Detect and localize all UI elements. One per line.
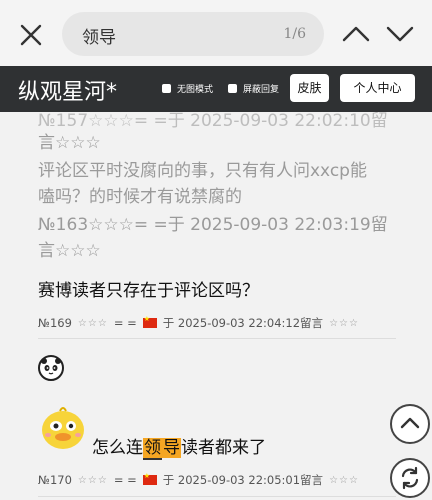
comment-list: №157☆☆☆= =于 2025-09-03 22:02:10留 言☆☆☆ 评论… [0,112,432,500]
duck-sticker-icon [38,402,88,452]
china-flag-icon [142,315,157,328]
user-center-button[interactable]: 个人中心 [340,74,415,102]
comment-text-part: 读者都来了 [181,438,266,458]
meta-separator: = = [113,316,137,330]
comment-text: 赛博读者只存在于评论区吗？ [38,281,259,301]
comment-time: 于 2025-09-03 22:05:01留言 [162,473,324,487]
chevron-down-icon[interactable] [384,18,416,50]
block-reply-label: 屏蔽回复 [243,85,280,95]
divider [38,496,396,497]
divider [38,338,396,339]
no-image-toggle[interactable]: 无图模式 [162,82,213,95]
quote-line: 评论区平时没腐向的事，只有有人问xxcp能 [38,161,367,181]
comment-number: №170 [38,473,72,487]
no-image-label: 无图模式 [177,85,214,95]
rating-stars[interactable]: ☆☆☆ [78,475,108,486]
comment-text: 怎么连领 导读者都来了 [92,433,266,460]
china-flag-icon [142,472,157,485]
quote-line: 嗑吗？的时候才有说禁腐的 [38,187,242,207]
comment-meta: №169 ☆☆☆ = = 于 2025-09-03 22:04:12留言 ☆☆☆ [38,315,359,331]
skin-button[interactable]: 皮肤 [290,74,329,102]
find-query: 领导 [82,28,116,48]
quote-line: 言☆☆☆ [38,133,101,153]
site-header: 纵观星河* 无图模式 屏蔽回复 皮肤 个人中心 [0,66,432,112]
site-title: 纵观星河* [18,80,118,105]
meta-separator: = = [113,473,137,487]
find-input[interactable]: 领导 1/6 [62,12,324,56]
block-reply-toggle[interactable]: 屏蔽回复 [228,82,279,95]
find-bar: 领导 1/6 [0,0,432,66]
close-icon[interactable] [16,20,46,50]
checkbox-icon[interactable] [228,84,237,93]
comment-text-part: 怎么连 [92,438,143,458]
search-highlight-active: 领 [143,438,162,460]
comment-number: №169 [38,316,72,330]
panda-avatar-icon [38,355,64,381]
rating-stars[interactable]: ☆☆☆ [329,475,359,486]
scroll-up-icon[interactable] [390,404,430,444]
quote-line: 言☆☆☆ [38,241,101,261]
comment-time: 于 2025-09-03 22:04:12留言 [162,316,324,330]
comment-meta: №170 ☆☆☆ = = 于 2025-09-03 22:05:01留言 ☆☆☆ [38,472,359,488]
rating-stars[interactable]: ☆☆☆ [78,318,108,329]
find-match-count: 1/6 [283,26,306,42]
checkbox-icon[interactable] [162,84,171,93]
refresh-icon[interactable] [390,458,430,498]
quote-line: №163☆☆☆= =于 2025-09-03 22:03:19留 [38,215,388,235]
chevron-up-icon[interactable] [340,18,372,50]
rating-stars[interactable]: ☆☆☆ [329,318,359,329]
search-highlight: 导 [162,438,181,458]
